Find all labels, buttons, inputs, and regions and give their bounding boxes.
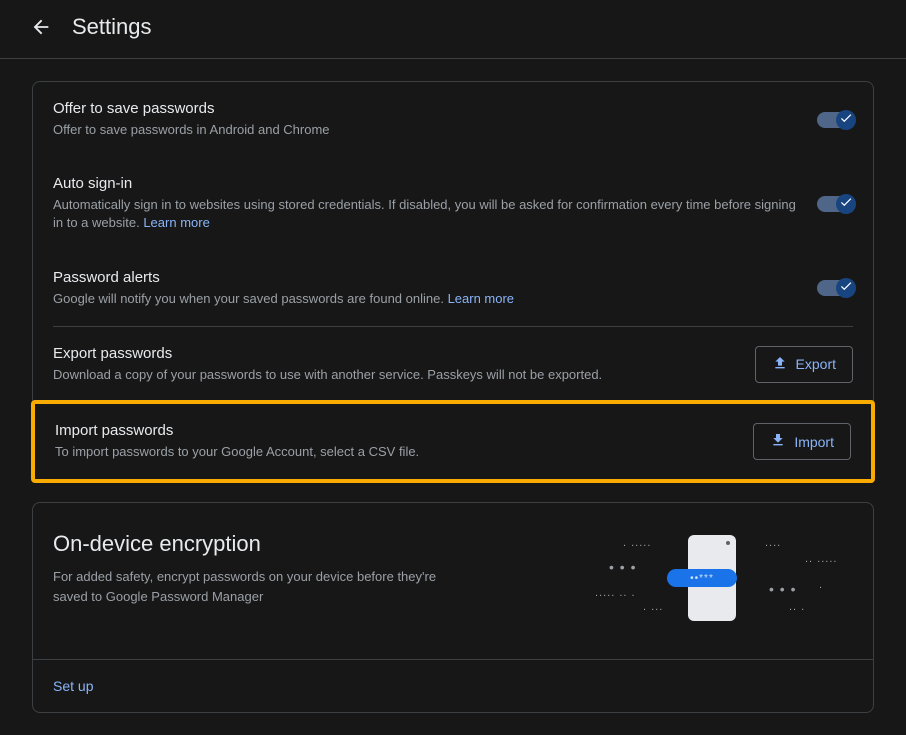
encryption-text: On-device encryption For added safety, e… (53, 531, 573, 606)
setting-text: Offer to save passwords Offer to save pa… (53, 100, 801, 139)
setting-text: Import passwords To import passwords to … (55, 422, 737, 461)
setting-import: Import passwords To import passwords to … (35, 404, 871, 479)
setting-title: Export passwords (53, 345, 739, 362)
export-button[interactable]: Export (755, 346, 853, 383)
setting-desc: Offer to save passwords in Android and C… (53, 121, 801, 139)
encryption-illustration: . ..... • • • ..... .. . . ... ••*** ...… (573, 531, 853, 631)
setting-auto-signin: Auto sign-in Automatically sign in to we… (33, 157, 873, 250)
encryption-body: On-device encryption For added safety, e… (33, 503, 873, 659)
desc-text: Google will notify you when your saved p… (53, 291, 448, 306)
password-pill-icon: ••*** (667, 569, 737, 587)
setting-desc: To import passwords to your Google Accou… (55, 443, 737, 461)
setting-import-highlighted: Import passwords To import passwords to … (31, 400, 875, 483)
toggle-auto-signin[interactable] (801, 196, 853, 212)
setting-title: Auto sign-in (53, 175, 801, 192)
button-label: Export (796, 356, 836, 372)
setting-desc: Download a copy of your passwords to use… (53, 366, 739, 384)
encryption-title: On-device encryption (53, 531, 573, 557)
upload-icon (772, 355, 788, 374)
setup-link[interactable]: Set up (53, 678, 93, 694)
button-label: Import (794, 434, 834, 450)
page-title: Settings (72, 14, 152, 40)
setting-title: Import passwords (55, 422, 737, 439)
setting-text: Auto sign-in Automatically sign in to we… (53, 175, 801, 232)
encryption-desc: For added safety, encrypt passwords on y… (53, 567, 453, 606)
toggle-offer-save[interactable] (801, 112, 853, 128)
setting-text: Password alerts Google will notify you w… (53, 269, 801, 308)
import-button[interactable]: Import (753, 423, 851, 460)
setup-row: Set up (33, 660, 873, 712)
setting-desc: Automatically sign in to websites using … (53, 196, 801, 232)
setting-desc: Google will notify you when your saved p… (53, 290, 801, 308)
settings-card: Offer to save passwords Offer to save pa… (32, 81, 874, 482)
header: Settings (0, 0, 906, 59)
setting-title: Offer to save passwords (53, 100, 801, 117)
setting-text: Export passwords Download a copy of your… (53, 345, 739, 384)
learn-more-link[interactable]: Learn more (448, 291, 514, 306)
learn-more-link[interactable]: Learn more (143, 215, 209, 230)
setting-offer-save: Offer to save passwords Offer to save pa… (33, 82, 873, 157)
toggle-password-alerts[interactable] (801, 280, 853, 296)
encryption-card: On-device encryption For added safety, e… (32, 502, 874, 713)
setting-export: Export passwords Download a copy of your… (33, 327, 873, 402)
back-arrow-icon[interactable] (30, 16, 52, 38)
setting-password-alerts: Password alerts Google will notify you w… (33, 251, 873, 326)
setting-title: Password alerts (53, 269, 801, 286)
content: Offer to save passwords Offer to save pa… (0, 59, 906, 735)
download-icon (770, 432, 786, 451)
